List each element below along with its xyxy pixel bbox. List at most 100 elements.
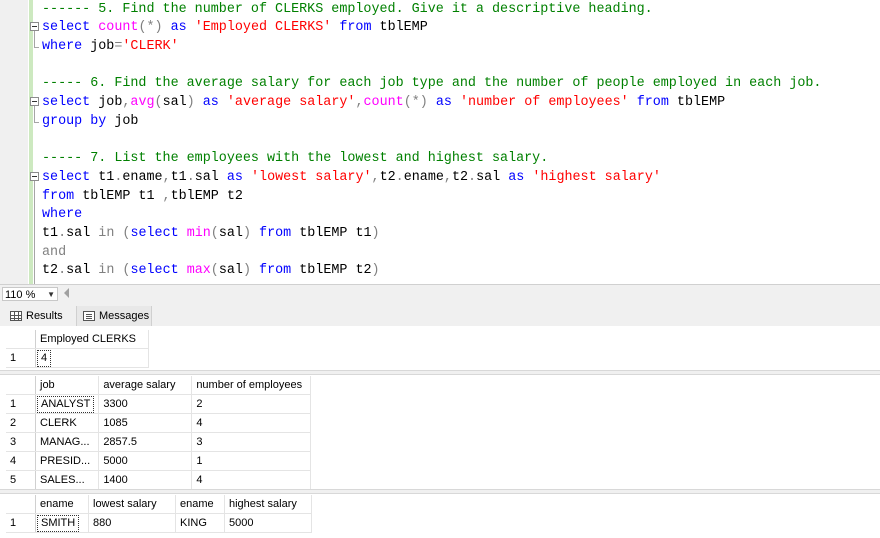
tab-results[interactable]: Results [4, 306, 72, 326]
table-cell[interactable]: 2857.5 [98, 432, 193, 452]
cell-value: PRESID... [40, 455, 91, 467]
table-row[interactable]: 1 SMITH 880 KING 5000 [6, 513, 312, 533]
code-line[interactable]: group by job [42, 112, 138, 131]
code-line[interactable]: ------ 5. Find the number of CLERKS empl… [42, 0, 653, 19]
table-cell[interactable]: MANAG... [35, 432, 100, 452]
horizontal-scrollbar[interactable] [74, 287, 880, 302]
code-line[interactable]: select t1.ename,t1.sal as 'lowest salary… [42, 168, 661, 187]
table-cell[interactable]: ANALYST [35, 394, 100, 414]
scroll-left-icon[interactable] [64, 288, 69, 298]
column-header[interactable]: ename [35, 495, 89, 514]
collapse-region-icon[interactable] [30, 172, 39, 181]
code-line[interactable]: ----- 7. List the employees with the low… [42, 149, 548, 168]
code-token: ) [371, 263, 380, 278]
column-header[interactable]: lowest salary [88, 495, 176, 514]
row-number-header [6, 376, 36, 395]
code-token: sal [162, 95, 187, 110]
column-header[interactable]: job [35, 376, 100, 395]
result-grid-3[interactable]: ename lowest salary ename highest salary 1S… [6, 495, 312, 533]
result-grid-1[interactable]: Employed CLERKS 14 [6, 330, 149, 368]
grid-splitter[interactable] [0, 489, 880, 494]
table-cell[interactable]: 5000 [98, 451, 193, 471]
code-line[interactable]: select count(*) as 'Employed CLERKS' fro… [42, 18, 428, 37]
table-cell[interactable]: 4 [35, 348, 149, 368]
tab-messages[interactable]: Messages [76, 306, 152, 326]
table-cell[interactable]: KING [175, 513, 225, 533]
code-token: . [468, 170, 477, 185]
column-header[interactable]: ename [175, 495, 225, 514]
cell-value: CLERK [40, 417, 77, 429]
code-token: select [42, 95, 99, 110]
code-token: group by [42, 114, 115, 129]
code-token: sal [66, 263, 99, 278]
cell-value: 4 [196, 417, 203, 429]
table-row[interactable]: 3 MANAG... 2857.5 3 [6, 432, 312, 452]
column-header[interactable]: average salary [98, 376, 193, 395]
table-cell[interactable]: 1400 [98, 470, 193, 490]
table-cell[interactable]: 1085 [98, 413, 193, 433]
table-row[interactable]: 5 SALES... 1400 4 [6, 470, 312, 490]
code-line[interactable]: t1.sal in (select min(sal) from tblEMP t… [42, 224, 380, 243]
table-cell[interactable]: 3 [191, 432, 312, 452]
code-token: tblEMP [676, 95, 726, 110]
code-line[interactable]: and [42, 243, 66, 262]
code-token: ) [242, 226, 251, 241]
editor-status-strip: 110 % ▼ [0, 284, 880, 304]
code-token: ( [154, 95, 163, 110]
row-number[interactable]: 4 [6, 451, 36, 471]
code-line[interactable]: ----- 6. Find the average salary for eac… [42, 74, 821, 93]
row-number[interactable]: 1 [6, 348, 36, 368]
row-number[interactable]: 5 [6, 470, 36, 490]
code-token: . [58, 226, 67, 241]
row-number[interactable]: 1 [6, 394, 36, 414]
table-cell[interactable]: CLERK [35, 413, 100, 433]
table-cell[interactable]: 3300 [98, 394, 193, 414]
collapse-region-icon[interactable] [30, 97, 39, 106]
table-cell[interactable]: 880 [88, 513, 176, 533]
code-line[interactable]: where job='CLERK' [42, 37, 179, 56]
column-header[interactable]: Employed CLERKS [35, 330, 149, 349]
collapse-region-icon[interactable] [30, 22, 39, 31]
code-token: 'average salary' [226, 95, 356, 110]
cell-value: 1 [196, 455, 203, 467]
row-number[interactable]: 3 [6, 432, 36, 452]
tab-messages-label: Messages [99, 310, 150, 322]
code-token: and [42, 245, 67, 260]
code-line[interactable]: from tblEMP t1 ,tblEMP t2 [42, 187, 243, 206]
column-header[interactable]: number of employees [191, 376, 312, 395]
code-line[interactable]: where [42, 205, 82, 224]
change-tracking-bar [29, 0, 33, 284]
code-line[interactable]: t2.sal in (select max(sal) from tblEMP t… [42, 261, 380, 280]
table-cell[interactable]: 2 [191, 394, 312, 414]
code-token: 'lowest salary' [251, 170, 372, 185]
cell-value: 5000 [229, 517, 254, 529]
table-cell[interactable]: 4 [191, 413, 312, 433]
row-number[interactable]: 1 [6, 513, 36, 533]
code-token: select [130, 263, 187, 278]
table-row[interactable]: 14 [6, 348, 149, 368]
zoom-select[interactable]: 110 % ▼ [2, 287, 58, 301]
table-cell[interactable]: 5000 [224, 513, 312, 533]
table-cell[interactable]: 1 [191, 451, 312, 471]
code-line[interactable]: select job,avg(sal) as 'average salary',… [42, 93, 725, 112]
table-row[interactable]: 2 CLERK 1085 4 [6, 413, 312, 433]
table-row[interactable]: 1 ANALYST 3300 2 [6, 394, 312, 414]
table-cell[interactable]: 4 [191, 470, 312, 490]
code-token: sal [218, 263, 243, 278]
table-cell[interactable]: SALES... [35, 470, 100, 490]
code-token: , [162, 189, 171, 204]
code-token: tblEMP t1 [299, 226, 372, 241]
messages-icon [83, 311, 95, 321]
column-header[interactable]: highest salary [224, 495, 312, 514]
code-token: select [42, 20, 99, 35]
code-token: min [186, 226, 211, 241]
table-row[interactable]: 4 PRESID... 5000 1 [6, 451, 312, 471]
result-grid-2[interactable]: job average salary number of employees 1 AN… [6, 376, 312, 490]
query-editor[interactable]: ------ 5. Find the number of CLERKS empl… [0, 0, 880, 284]
row-number[interactable]: 2 [6, 413, 36, 433]
code-token: , [443, 170, 452, 185]
table-cell[interactable]: PRESID... [35, 451, 100, 471]
code-token: from [251, 263, 300, 278]
grid-splitter[interactable] [0, 370, 880, 375]
table-cell[interactable]: SMITH [35, 513, 89, 533]
